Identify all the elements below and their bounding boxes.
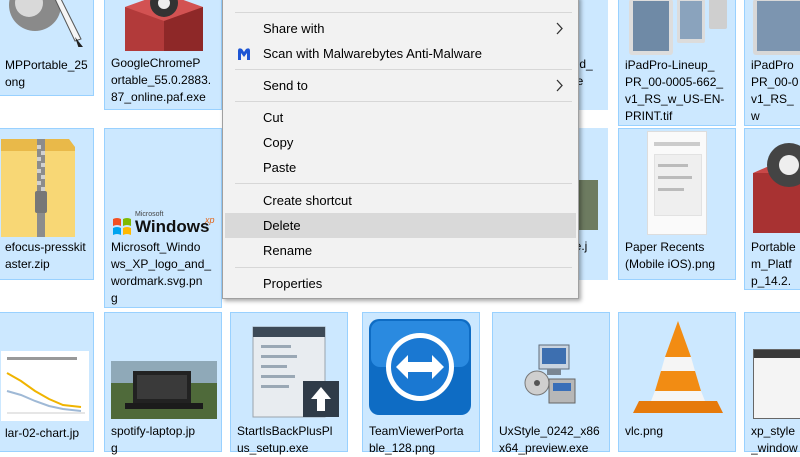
uxstyle-installer-icon: [524, 344, 576, 404]
startisback-installer-icon: [252, 326, 339, 418]
file-tile-xp-style[interactable]: xp_style _window: [744, 312, 800, 455]
chevron-right-icon: [556, 22, 563, 35]
file-tile-portable[interactable]: Portable m_Platf p_14.2.: [744, 128, 800, 290]
file-name: UxStyle_0242_x86 x64_preview.exe: [499, 424, 600, 455]
menu-item-label: Send to: [263, 78, 308, 93]
menu-item-label: Properties: [263, 276, 323, 291]
file-name: iPadPro-Lineup_ PR_00-0005-662_ v1_RS_w_…: [625, 58, 725, 123]
teamviewer-icon: [369, 319, 471, 415]
file-tile-startisback[interactable]: StartIsBackPlusPl us_setup.exe: [230, 312, 348, 455]
gimp-icon: [9, 0, 83, 47]
file-name: efocus-presskit aster.zip: [5, 240, 86, 271]
paper-recents-thumbnail: [647, 131, 707, 235]
menu-item-share-with[interactable]: Share with: [225, 16, 576, 41]
menu-item-label: Paste: [263, 160, 297, 175]
file-tile-spotify-laptop[interactable]: spotify-laptop.jp g: [104, 312, 222, 455]
logo-word: Windows: [135, 217, 210, 236]
menu-item-label: Copy: [263, 135, 294, 150]
chrome-portable-icon: [125, 0, 203, 51]
file-name: Microsoft_Windo ws_XP_logo_and_ wordmark…: [111, 240, 212, 305]
ipad-thumbnail: [629, 0, 727, 55]
file-tile-chrome-portable[interactable]: GoogleChromeP ortable_55.0.2883. 87_onli…: [104, 0, 222, 110]
file-name: TeamViewerPorta ble_128.png: [369, 424, 464, 455]
file-tile-teamviewer[interactable]: TeamViewerPorta ble_128.png: [362, 312, 480, 455]
menu-item-label: Scan with Malwarebytes Anti-Malware: [263, 46, 482, 61]
file-name: lar-02-chart.jp: [5, 426, 80, 440]
file-tile-windows-xp-logo[interactable]: Microsoft Windows xp Microsoft_Windo ws_…: [104, 128, 222, 308]
zip-folder-icon: [1, 139, 75, 237]
file-name: Portable m_Platf p_14.2.: [751, 240, 796, 288]
menu-item-label: Share with: [263, 21, 325, 36]
chart-thumbnail: [1, 351, 89, 421]
spotify-laptop-thumbnail: [111, 361, 217, 419]
file-tile-ipad-partial[interactable]: iPadPro PR_00-0 v1_RS_w PRINT.t: [744, 0, 800, 140]
file-name: GoogleChromeP ortable_55.0.2883. 87_onli…: [111, 56, 212, 104]
menu-item-cut[interactable]: Cut: [225, 105, 576, 130]
window-thumbnail: [753, 349, 800, 419]
chevron-right-icon: [556, 79, 563, 92]
menu-separator: [235, 267, 572, 268]
menu-item-create-shortcut[interactable]: Create shortcut: [225, 188, 576, 213]
file-tile-mpp[interactable]: MPPortable_25 ong: [0, 0, 94, 96]
menu-item-copy[interactable]: Copy: [225, 130, 576, 155]
menu-item-delete[interactable]: Delete: [225, 213, 576, 238]
file-name: spotify-laptop.jp g: [111, 424, 196, 455]
windows-xp-logo: Microsoft Windows xp: [109, 211, 219, 239]
file-tile-vlc[interactable]: vlc.png: [618, 312, 736, 452]
file-tile-chart[interactable]: lar-02-chart.jp: [0, 312, 94, 452]
menu-item-label: Cut: [263, 110, 284, 125]
menu-item-rename[interactable]: Rename: [225, 238, 576, 263]
file-name: StartIsBackPlusPl us_setup.exe: [237, 424, 333, 455]
menu-separator: [235, 101, 572, 102]
file-name: Paper Recents (Mobile iOS).png: [625, 240, 716, 271]
malwarebytes-icon: [238, 48, 250, 60]
menu-separator: [235, 12, 572, 13]
context-menu: Share with Scan with Malwarebytes Anti-M…: [222, 0, 579, 299]
file-tile-refocus-zip[interactable]: efocus-presskit aster.zip: [0, 128, 94, 280]
chrome-portable-icon: [753, 143, 800, 233]
file-name: MPPortable_25 ong: [5, 58, 88, 89]
menu-item-label: Rename: [263, 243, 313, 258]
file-name: xp_style _window: [751, 424, 798, 455]
file-tile-ipad-lineup[interactable]: iPadPro-Lineup_ PR_00-0005-662_ v1_RS_w_…: [618, 0, 736, 126]
menu-separator: [235, 69, 572, 70]
menu-item-label: Create shortcut: [263, 193, 352, 208]
menu-separator: [235, 183, 572, 184]
vlc-cone-icon: [633, 321, 723, 413]
menu-item-paste[interactable]: Paste: [225, 155, 576, 180]
menu-item-properties[interactable]: Properties: [225, 271, 576, 296]
logo-sup: xp: [205, 215, 215, 225]
ipad-thumbnail: [753, 0, 800, 55]
menu-item-label: Delete: [263, 218, 301, 233]
file-tile-uxstyle[interactable]: UxStyle_0242_x86 x64_preview.exe: [492, 312, 610, 455]
file-name: vlc.png: [625, 424, 664, 438]
menu-item-send-to[interactable]: Send to: [225, 73, 576, 98]
file-tile-paper-recents[interactable]: Paper Recents (Mobile iOS).png: [618, 128, 736, 280]
menu-item-scan-malwarebytes[interactable]: Scan with Malwarebytes Anti-Malware: [225, 41, 576, 66]
